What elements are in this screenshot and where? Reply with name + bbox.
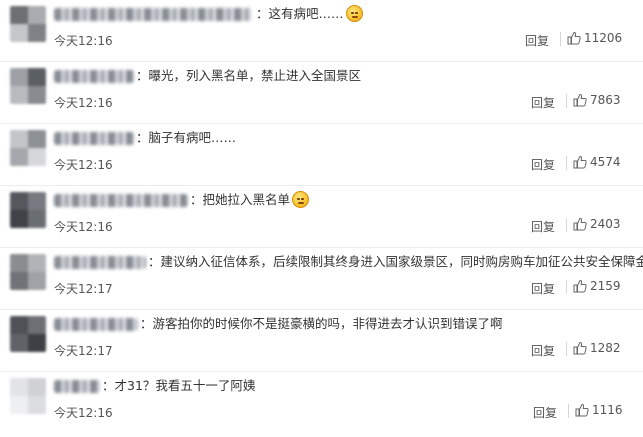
comment-text-content: ：游客拍你的时候你不是挺豪横的吗，非得进去才认识到错误了啊 — [140, 316, 503, 331]
comment-item: ：曝光，列入黑名单，禁止进入全国景区 今天12:16 回复 7863 — [0, 62, 643, 124]
username-blurred[interactable] — [54, 318, 138, 331]
comment-text: ：把她拉入黑名单 — [190, 190, 310, 210]
comment-item: ：才31？我看五十一了阿姨 今天12:16 回复 1116 — [0, 372, 643, 437]
divider — [566, 280, 567, 294]
comment-time: 今天12:16 — [54, 96, 113, 110]
divider — [568, 404, 569, 418]
comment-item: ：把她拉入黑名单 今天12:16 回复 2403 — [0, 186, 643, 248]
like-count: 7863 — [590, 93, 621, 107]
reply-button[interactable]: 回复 — [531, 218, 555, 235]
reply-button[interactable]: 回复 — [531, 342, 555, 359]
like-count: 11206 — [584, 31, 623, 45]
like-count: 4574 — [590, 155, 621, 169]
comment-time: 今天12:16 — [54, 158, 113, 172]
comment-text-content: ：这有病吧…… — [256, 6, 344, 21]
like-count: 1116 — [592, 403, 623, 417]
comment-text-content: ：曝光，列入黑名单，禁止进入全国景区 — [136, 68, 362, 83]
thumbs-up-icon — [573, 155, 587, 169]
thumbs-up-icon — [567, 31, 581, 45]
comment-item: ：建议纳入征信体系，后续限制其终身进入国家级景区，同时购房购车加征公共安全保障金… — [0, 248, 643, 310]
avatar[interactable] — [10, 378, 46, 414]
reply-button[interactable]: 回复 — [525, 32, 549, 49]
divider — [566, 94, 567, 108]
reply-button[interactable]: 回复 — [531, 94, 555, 111]
reply-button[interactable]: 回复 — [533, 404, 557, 421]
avatar[interactable] — [10, 130, 46, 166]
avatar[interactable] — [10, 192, 46, 228]
comment-text: ：这有病吧…… — [256, 4, 363, 24]
like-count: 2403 — [590, 217, 621, 231]
like-button[interactable]: 4574 — [573, 155, 621, 169]
divider — [566, 342, 567, 356]
comment-text-content: ：才31？我看五十一了阿姨 — [102, 378, 256, 393]
comment-text: ：曝光，列入黑名单，禁止进入全国景区 — [136, 66, 361, 86]
username-blurred[interactable] — [54, 380, 100, 393]
comment-time: 今天12:16 — [54, 220, 113, 234]
comment-text: ：建议纳入征信体系，后续限制其终身进入国家级景区，同时购房购车加征公共安全保障金 — [148, 252, 643, 272]
comment-text: ：才31？我看五十一了阿姨 — [102, 376, 255, 396]
thumbs-up-icon — [573, 93, 587, 107]
thumbs-up-icon — [575, 403, 589, 417]
smile-emoji-icon — [292, 191, 310, 208]
comment-time: 今天12:16 — [54, 406, 113, 420]
comment-text: ：脑子有病吧…… — [136, 128, 236, 148]
like-button[interactable]: 2403 — [573, 217, 621, 231]
comment-text-content: ：把她拉入黑名单 — [190, 192, 291, 207]
like-button[interactable]: 7863 — [573, 93, 621, 107]
divider — [566, 156, 567, 170]
username-blurred[interactable] — [54, 256, 146, 269]
avatar[interactable] — [10, 316, 46, 352]
like-count: 2159 — [590, 279, 621, 293]
avatar[interactable] — [10, 254, 46, 290]
reply-button[interactable]: 回复 — [531, 280, 555, 297]
comment-time: 今天12:17 — [54, 282, 113, 296]
comment-time: 今天12:17 — [54, 344, 113, 358]
username-blurred[interactable] — [54, 132, 134, 145]
smirk-emoji-icon — [345, 5, 363, 22]
comment-text: ：游客拍你的时候你不是挺豪横的吗，非得进去才认识到错误了啊 — [140, 314, 503, 334]
comment-time: 今天12:16 — [54, 34, 113, 48]
comment-item: ：游客拍你的时候你不是挺豪横的吗，非得进去才认识到错误了啊 今天12:17 回复… — [0, 310, 643, 372]
divider — [560, 32, 561, 46]
comment-item: ：这有病吧…… 今天12:16 回复 11206 — [0, 0, 643, 62]
username-blurred[interactable] — [54, 8, 252, 21]
divider — [566, 218, 567, 232]
like-button[interactable]: 2159 — [573, 279, 621, 293]
like-button[interactable]: 1116 — [575, 403, 623, 417]
comment-item: ：脑子有病吧…… 今天12:16 回复 4574 — [0, 124, 643, 186]
comment-text-content: ：脑子有病吧…… — [136, 130, 237, 145]
avatar[interactable] — [10, 68, 46, 104]
like-button[interactable]: 1282 — [573, 341, 621, 355]
avatar[interactable] — [10, 6, 46, 42]
like-count: 1282 — [590, 341, 621, 355]
username-blurred[interactable] — [54, 70, 134, 83]
comment-text-content: ：建议纳入征信体系，后续限制其终身进入国家级景区，同时购房购车加征公共安全保障金 — [148, 254, 643, 269]
reply-button[interactable]: 回复 — [531, 156, 555, 173]
like-button[interactable]: 11206 — [567, 31, 622, 45]
thumbs-up-icon — [573, 217, 587, 231]
username-blurred[interactable] — [54, 194, 188, 207]
thumbs-up-icon — [573, 341, 587, 355]
thumbs-up-icon — [573, 279, 587, 293]
